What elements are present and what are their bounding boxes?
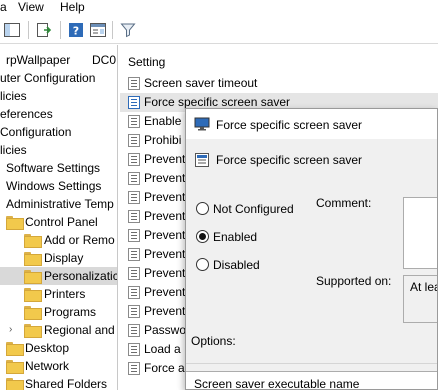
setting-icon bbox=[128, 210, 140, 223]
filter-icon[interactable] bbox=[118, 20, 138, 40]
column-header-setting[interactable]: Setting bbox=[128, 55, 165, 69]
folder-icon bbox=[24, 324, 42, 338]
tree-item-programs[interactable]: Programs bbox=[0, 303, 117, 321]
setting-icon bbox=[128, 229, 140, 242]
folder-icon bbox=[24, 252, 42, 266]
folder-icon bbox=[24, 306, 42, 320]
setting-icon bbox=[128, 77, 140, 90]
tree-item-root[interactable]: rpWallpaper DC0 bbox=[0, 51, 117, 69]
export-list-icon[interactable] bbox=[34, 20, 54, 40]
options-label: Options: bbox=[191, 334, 236, 348]
chevron-right-icon[interactable]: › bbox=[9, 321, 12, 339]
monitor-icon bbox=[194, 117, 210, 131]
radio-button[interactable] bbox=[196, 202, 209, 215]
setting-icon bbox=[128, 115, 140, 128]
dialog-title: Force specific screen saver bbox=[216, 118, 363, 132]
setting-icon bbox=[128, 362, 140, 375]
setting-icon bbox=[128, 172, 140, 185]
supported-on-label: Supported on: bbox=[316, 274, 392, 288]
setting-icon bbox=[128, 267, 140, 280]
folder-icon bbox=[24, 288, 42, 302]
tree-item-control-panel[interactable]: Control Panel bbox=[0, 213, 117, 231]
setting-icon bbox=[128, 191, 140, 204]
screensaver-name-field[interactable]: Screen saver executable name bbox=[186, 371, 437, 389]
tree-item-desktop[interactable]: Desktop bbox=[0, 339, 117, 357]
help-icon[interactable]: ? bbox=[66, 20, 86, 40]
folder-open-icon bbox=[24, 270, 42, 284]
setting-icon bbox=[128, 248, 140, 261]
supported-on-field: At lea bbox=[403, 275, 437, 323]
radio-button[interactable] bbox=[196, 230, 209, 243]
policy-setting-icon bbox=[194, 152, 210, 168]
list-item[interactable]: Screen saver timeout bbox=[120, 74, 438, 93]
setting-icon bbox=[128, 324, 140, 337]
comment-label: Comment: bbox=[316, 196, 372, 210]
folder-icon bbox=[6, 360, 24, 374]
folder-icon bbox=[6, 378, 24, 390]
divider bbox=[186, 363, 437, 364]
setting-icon bbox=[128, 343, 140, 356]
menu-help[interactable]: Help bbox=[60, 0, 85, 14]
tree-item-shared-folders[interactable]: Shared Folders bbox=[0, 375, 117, 390]
setting-icon bbox=[128, 153, 140, 166]
dialog-subtitle: Force specific screen saver bbox=[216, 153, 363, 167]
policy-dialog: Force specific screen saver Force specif… bbox=[185, 108, 438, 390]
menu-action[interactable]: a bbox=[0, 0, 7, 14]
tree-item-printers[interactable]: Printers bbox=[0, 285, 117, 303]
setting-icon bbox=[128, 96, 140, 109]
setting-icon bbox=[128, 286, 140, 299]
tree-item-network[interactable]: Network bbox=[0, 357, 117, 375]
setting-icon bbox=[128, 134, 140, 147]
tree-pane: rpWallpaper DC0 uter Configuration licie… bbox=[0, 45, 118, 390]
dialog-titlebar[interactable]: Force specific screen saver bbox=[186, 109, 437, 139]
svg-text:?: ? bbox=[73, 25, 79, 38]
radio-button[interactable] bbox=[196, 258, 209, 271]
folder-icon bbox=[6, 216, 24, 230]
comment-field[interactable] bbox=[403, 197, 437, 269]
menu-view[interactable]: View bbox=[18, 0, 44, 14]
setting-icon bbox=[128, 305, 140, 318]
folder-icon bbox=[24, 234, 42, 248]
show-hide-tree-icon[interactable] bbox=[2, 20, 22, 40]
menu-bar: a View Help bbox=[0, 0, 438, 16]
tree-item-add-remove[interactable]: Add or Remo bbox=[0, 231, 117, 249]
tree-item-display[interactable]: Display bbox=[0, 249, 117, 267]
tree-item-personalization[interactable]: Personalizatic bbox=[0, 267, 117, 285]
properties-icon[interactable] bbox=[88, 20, 108, 40]
toolbar: ? bbox=[0, 17, 438, 44]
folder-icon bbox=[6, 342, 24, 356]
tree-item-regional[interactable]: › Regional and bbox=[0, 321, 117, 339]
